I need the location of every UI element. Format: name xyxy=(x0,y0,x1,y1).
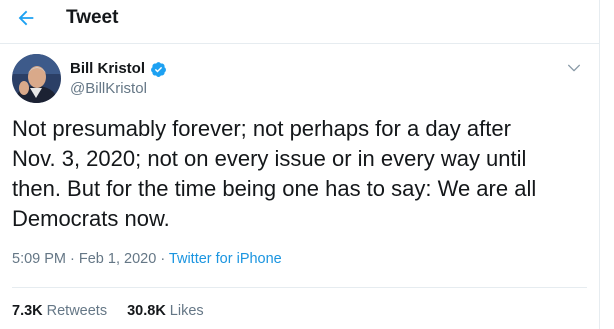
arrow-left-icon xyxy=(18,10,34,26)
retweets-label: Retweets xyxy=(46,303,108,319)
tweet-source-link[interactable]: Twitter for iPhone xyxy=(169,251,282,267)
page-header: Tweet xyxy=(0,0,600,44)
retweets-stat[interactable]: 7.3K Retweets xyxy=(12,302,107,320)
likes-stat[interactable]: 30.8K Likes xyxy=(127,302,204,320)
retweets-count: 7.3K xyxy=(12,303,43,319)
page-title: Tweet xyxy=(66,7,119,28)
tweet-text: Not presumably forever; not perhaps for … xyxy=(12,116,537,231)
avatar-image xyxy=(12,54,61,103)
tweet-stats: 7.3K Retweets 30.8K Likes xyxy=(12,302,204,320)
tweet-panel: Tweet Bill Kristol @BillKristol Not pres… xyxy=(0,0,600,329)
meta-separator: · xyxy=(66,251,79,267)
divider xyxy=(12,287,587,288)
author-name[interactable]: Bill Kristol xyxy=(70,60,167,78)
tweet-time[interactable]: 5:09 PM xyxy=(12,251,66,267)
likes-label: Likes xyxy=(169,303,204,319)
more-options-button[interactable] xyxy=(564,58,584,78)
tweet-meta: 5:09 PM · Feb 1, 2020 · Twitter for iPho… xyxy=(12,250,282,268)
meta-separator: · xyxy=(156,251,169,267)
avatar[interactable] xyxy=(12,54,61,103)
back-button[interactable] xyxy=(12,6,40,30)
author-name-text: Bill Kristol xyxy=(70,60,146,77)
chevron-down-icon xyxy=(568,64,580,72)
verified-badge-icon xyxy=(150,61,167,78)
author-handle[interactable]: @BillKristol xyxy=(70,80,147,98)
tweet-date[interactable]: Feb 1, 2020 xyxy=(79,251,156,267)
likes-count: 30.8K xyxy=(127,303,166,319)
